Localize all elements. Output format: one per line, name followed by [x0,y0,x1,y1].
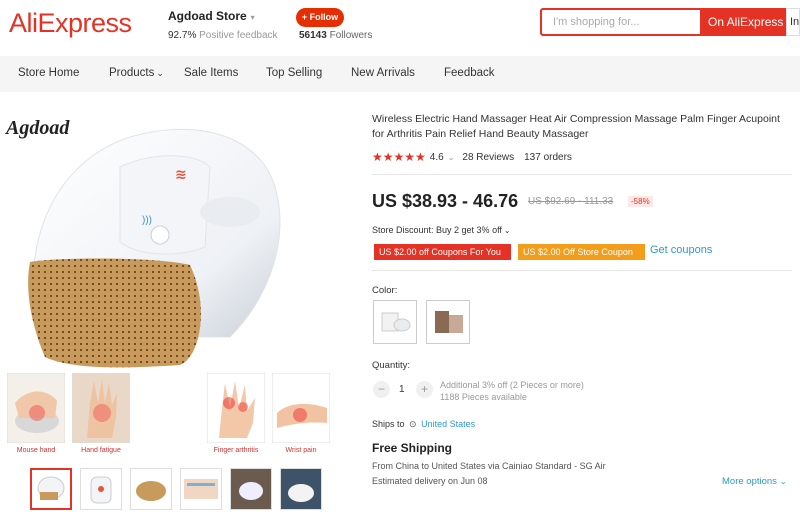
hand-fatigue-image[interactable] [72,373,130,443]
color-swatch-2[interactable] [426,300,470,344]
chevron-down-icon[interactable]: ⌄ [156,68,164,78]
finger-arthritis-image[interactable] [207,373,265,443]
chevron-down-icon[interactable]: ⌄ [504,226,511,235]
thumbnail-4[interactable] [180,468,222,510]
store-discount[interactable]: Store Discount: Buy 2 get 3% off ⌄ [372,225,511,235]
store-name-text[interactable]: Agdoad Store [168,9,247,23]
discount-badge: -58% [628,196,653,207]
quantity-note: Additional 3% off (2 Pieces or more) 118… [440,379,584,403]
follow-button[interactable]: + Follow [296,8,344,27]
svg-text:≋: ≋ [175,166,187,182]
store-coupon[interactable]: US $2.00 Off Store Coupon [518,244,645,260]
store-discount-text[interactable]: Store Discount: Buy 2 get 3% off [372,225,502,235]
free-shipping: Free Shipping [372,441,453,455]
ships-to-label: Ships to [372,419,405,429]
thumbnail-6[interactable] [280,468,322,510]
more-options-link[interactable]: More options ⌄ [722,476,787,487]
location-pin-icon: ⊙ [409,419,417,429]
color-label: Color: [372,285,398,296]
mouse-hand-image[interactable] [7,373,65,443]
category-label: Wrist pain [285,447,317,454]
search-in-store-button[interactable]: In [786,8,800,36]
category-label: Finger arthritis [213,447,259,454]
ships-to: Ships to ⊙ United States [372,419,475,430]
reviews-link[interactable]: 28 Reviews [462,152,514,163]
divider [372,174,792,175]
stock-available: 1188 Pieces available [440,392,527,402]
thumbnail-1[interactable] [30,468,72,510]
ships-to-location[interactable]: United States [421,419,475,429]
category-label: Hand fatigue [81,447,121,454]
search-button[interactable]: On AliExpress [700,8,786,36]
chevron-down-icon[interactable]: ▾ [251,13,255,22]
search-placeholder: I'm shopping for... [553,16,640,28]
estimated-delivery: Estimated delivery on Jun 08 [372,476,488,486]
coupon-for-you[interactable]: US $2.00 off Coupons For You [374,244,511,260]
nav-top-selling[interactable]: Top Selling [266,67,322,79]
followers: 56143 Followers [299,30,372,41]
shipping-method: From China to United States via Cainiao … [372,461,606,471]
orders-count: 137 orders [524,151,572,163]
thumbnail-3[interactable] [130,468,172,510]
rating-row: ★★★★★ 4.6 ⌄ 28 Reviews 137 orders [372,150,572,164]
feedback-label: Positive feedback [199,30,278,41]
search-input[interactable]: I'm shopping for... [540,8,700,36]
price-range: US $38.93 - 46.76 [372,191,519,211]
rating-value[interactable]: 4.6 [430,152,444,163]
nav-sale-items[interactable]: Sale Items [184,67,238,79]
quantity-label: Quantity: [372,360,411,371]
store-nav: Store Home Products ⌄ Sale Items Top Sell… [0,56,800,92]
wrist-pain-image[interactable] [272,373,330,443]
quantity-increase-button[interactable]: + [416,381,433,398]
divider [372,270,792,271]
nav-feedback[interactable]: Feedback [444,67,495,79]
chevron-down-icon[interactable]: ⌄ [780,477,787,486]
thumbnail-5[interactable] [230,468,272,510]
star-rating-icon: ★★★★★ [372,150,426,164]
category-label: Mouse hand [16,447,56,454]
chevron-down-icon[interactable]: ⌄ [448,153,455,162]
main-product-image[interactable]: Agdoad ≋ ))) [0,107,335,370]
thumbnail-2[interactable] [80,468,122,510]
svg-text:))): ))) [142,215,152,226]
nav-products[interactable]: Products ⌄ [109,67,164,79]
get-coupons-link[interactable]: Get coupons [650,244,712,256]
more-options-label[interactable]: More options [722,476,777,487]
original-price: US $92.69 - 111.33 [528,196,614,207]
header: AliExpress Agdoad Store ▾ 92.7% Positive … [0,0,800,56]
hand-massager-illustration: ≋ ))) [28,128,281,368]
quantity-value[interactable]: 1 [399,384,405,395]
store-name[interactable]: Agdoad Store ▾ [168,9,255,23]
positive-feedback: 92.7% Positive feedback [168,30,278,41]
color-swatch-1[interactable] [373,300,417,344]
followers-label: Followers [329,30,373,41]
quantity-decrease-button[interactable]: − [373,381,390,398]
nav-products-label[interactable]: Products [109,67,154,79]
followers-count: 56143 [299,30,327,41]
nav-new-arrivals[interactable]: New Arrivals [351,67,415,79]
aliexpress-logo[interactable]: AliExpress [9,8,132,39]
bulk-discount-note: Additional 3% off (2 Pieces or more) [440,380,584,390]
feedback-value: 92.7% [168,30,197,41]
nav-store-home[interactable]: Store Home [18,67,79,79]
product-title: Wireless Electric Hand Massager Heat Air… [372,113,780,140]
